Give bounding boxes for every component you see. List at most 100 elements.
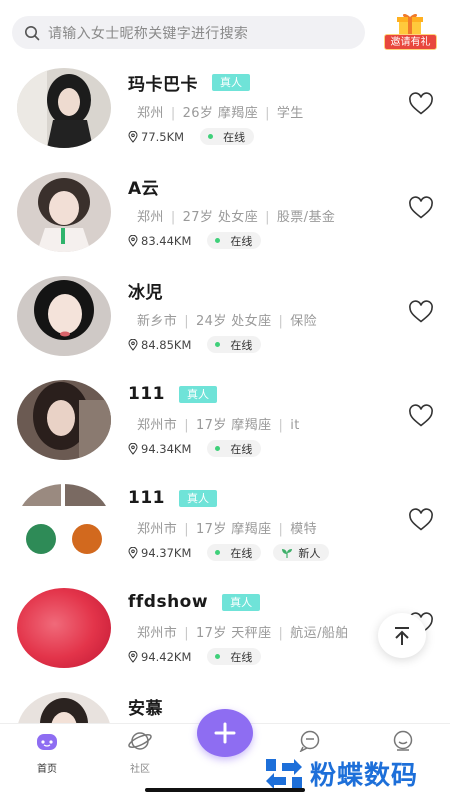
city: 郑州 [137,210,164,225]
age: 17岁 [195,418,227,433]
chat-icon [299,730,320,753]
tab-home[interactable]: 首页 [17,730,77,775]
distance: 94.42KM [128,650,191,664]
online-dot [215,654,221,659]
profile-info: 郑州市 | 17岁 摩羯座 | it [137,418,300,433]
list-item[interactable]: 玛卡巴卡 真人 郑州 | 26岁 摩羯座 | 学生 77.5KM 在线 [0,62,450,166]
status-text: 在线 [230,650,253,664]
profile-icon [393,730,413,751]
job: 保险 [290,314,318,329]
status-text: 在线 [230,338,253,352]
verified-badge: 真人 [222,593,261,611]
add-post-button[interactable] [197,709,253,757]
distance-value: 83.44KM [141,233,192,248]
list-item[interactable]: 111 真人 郑州市 | 17岁 摩羯座 | it 94.34KM 在线 [0,374,450,478]
zodiac: 天秤座 [231,626,272,641]
city: 新乡市 [137,314,178,329]
profile-info: 新乡市 | 24岁 处女座 | 保险 [137,314,318,329]
scroll-to-top-button[interactable] [378,613,426,658]
zodiac: 摩羯座 [231,418,272,433]
avatar[interactable] [17,484,111,564]
top-bar: 请输入女士昵称关键字进行搜索 邀请有礼 [0,0,450,62]
heart-icon[interactable] [408,404,434,428]
online-status: 在线 [207,232,262,249]
online-status: 在线 [207,648,262,665]
distance: 94.34KM [128,442,191,456]
job: 航运/船舶 [290,626,349,641]
zodiac: 摩羯座 [217,106,259,121]
heart-icon[interactable] [408,300,434,324]
home-icon [37,734,57,750]
online-status: 在线 [207,336,262,353]
list-item[interactable]: A云 郑州 | 27岁 处女座 | 股票/基金 83.44KM 在线 [0,166,450,270]
tab-label: 社区 [130,764,150,775]
new-badge-text: 新人 [298,546,321,560]
new-user-badge: 新人 [273,544,330,561]
profile-info: 郑州市 | 17岁 摩羯座 | 模特 [137,522,318,537]
city: 郑州市 [137,626,178,641]
online-dot [215,446,221,451]
avatar[interactable] [17,380,111,460]
online-dot [208,134,214,139]
city: 郑州市 [137,418,178,433]
location-pin-icon [128,650,138,663]
gift-icon [397,13,423,34]
distance: 94.37KM [128,546,191,560]
invite-button[interactable]: 邀请有礼 [383,10,438,50]
search-input[interactable]: 请输入女士昵称关键字进行搜索 [12,16,365,49]
heart-icon[interactable] [408,508,434,532]
watermark-logo-icon [266,759,302,789]
arrow-up-icon [395,626,409,645]
planet-icon [128,732,152,750]
distance-value: 84.85KM [141,337,192,352]
profile-info: 郑州 | 26岁 摩羯座 | 学生 [137,106,304,121]
distance-value: 77.5KM [141,129,185,144]
online-status: 在线 [200,128,255,145]
distance: 84.85KM [128,338,191,352]
city: 郑州市 [137,522,178,537]
avatar[interactable] [17,172,111,252]
age: 17岁 [195,522,227,537]
profile-name: ffdshow [128,592,209,612]
profile-name: A云 [128,178,160,199]
sprout-icon [282,548,293,558]
home-indicator [145,788,305,792]
age: 26岁 [182,106,214,121]
verified-badge: 真人 [212,73,250,91]
list-item[interactable]: 111 真人 郑州市 | 17岁 摩羯座 | 模特 94.37KM 在线 新人 [0,478,450,582]
location-pin-icon [128,546,138,559]
distance-value: 94.42KM [141,649,192,664]
online-dot [215,550,221,555]
profile-name: 111 [128,384,165,404]
online-dot [215,238,221,243]
status-text: 在线 [230,442,253,456]
age: 27岁 [182,210,214,225]
tab-label: 首页 [37,764,57,775]
watermark-text: 粉蝶数码 [310,760,419,791]
status-text: 在线 [230,546,253,560]
age: 24岁 [195,314,227,329]
avatar[interactable] [17,588,111,668]
status-text: 在线 [230,234,253,248]
tab-community[interactable]: 社区 [110,730,170,775]
search-placeholder: 请输入女士昵称关键字进行搜索 [48,25,249,42]
distance-value: 94.34KM [141,441,192,456]
avatar[interactable] [17,276,111,356]
invite-label: 邀请有礼 [384,34,437,50]
heart-icon[interactable] [408,196,434,220]
job: 模特 [290,522,318,537]
profile-name: 安慕 [128,698,163,719]
online-status: 在线 [207,440,262,457]
distance: 77.5KM [128,130,184,144]
heart-icon[interactable] [408,92,434,116]
location-pin-icon [128,338,138,351]
plus-icon [214,722,236,744]
zodiac: 处女座 [217,210,259,225]
online-status: 在线 [207,544,262,561]
zodiac: 处女座 [231,314,272,329]
distance: 83.44KM [128,234,191,248]
profile-name: 111 [128,488,165,508]
list-item[interactable]: 冰児 新乡市 | 24岁 处女座 | 保险 84.85KM 在线 [0,270,450,374]
profile-info: 郑州 | 27岁 处女座 | 股票/基金 [137,210,336,225]
avatar[interactable] [17,68,111,148]
